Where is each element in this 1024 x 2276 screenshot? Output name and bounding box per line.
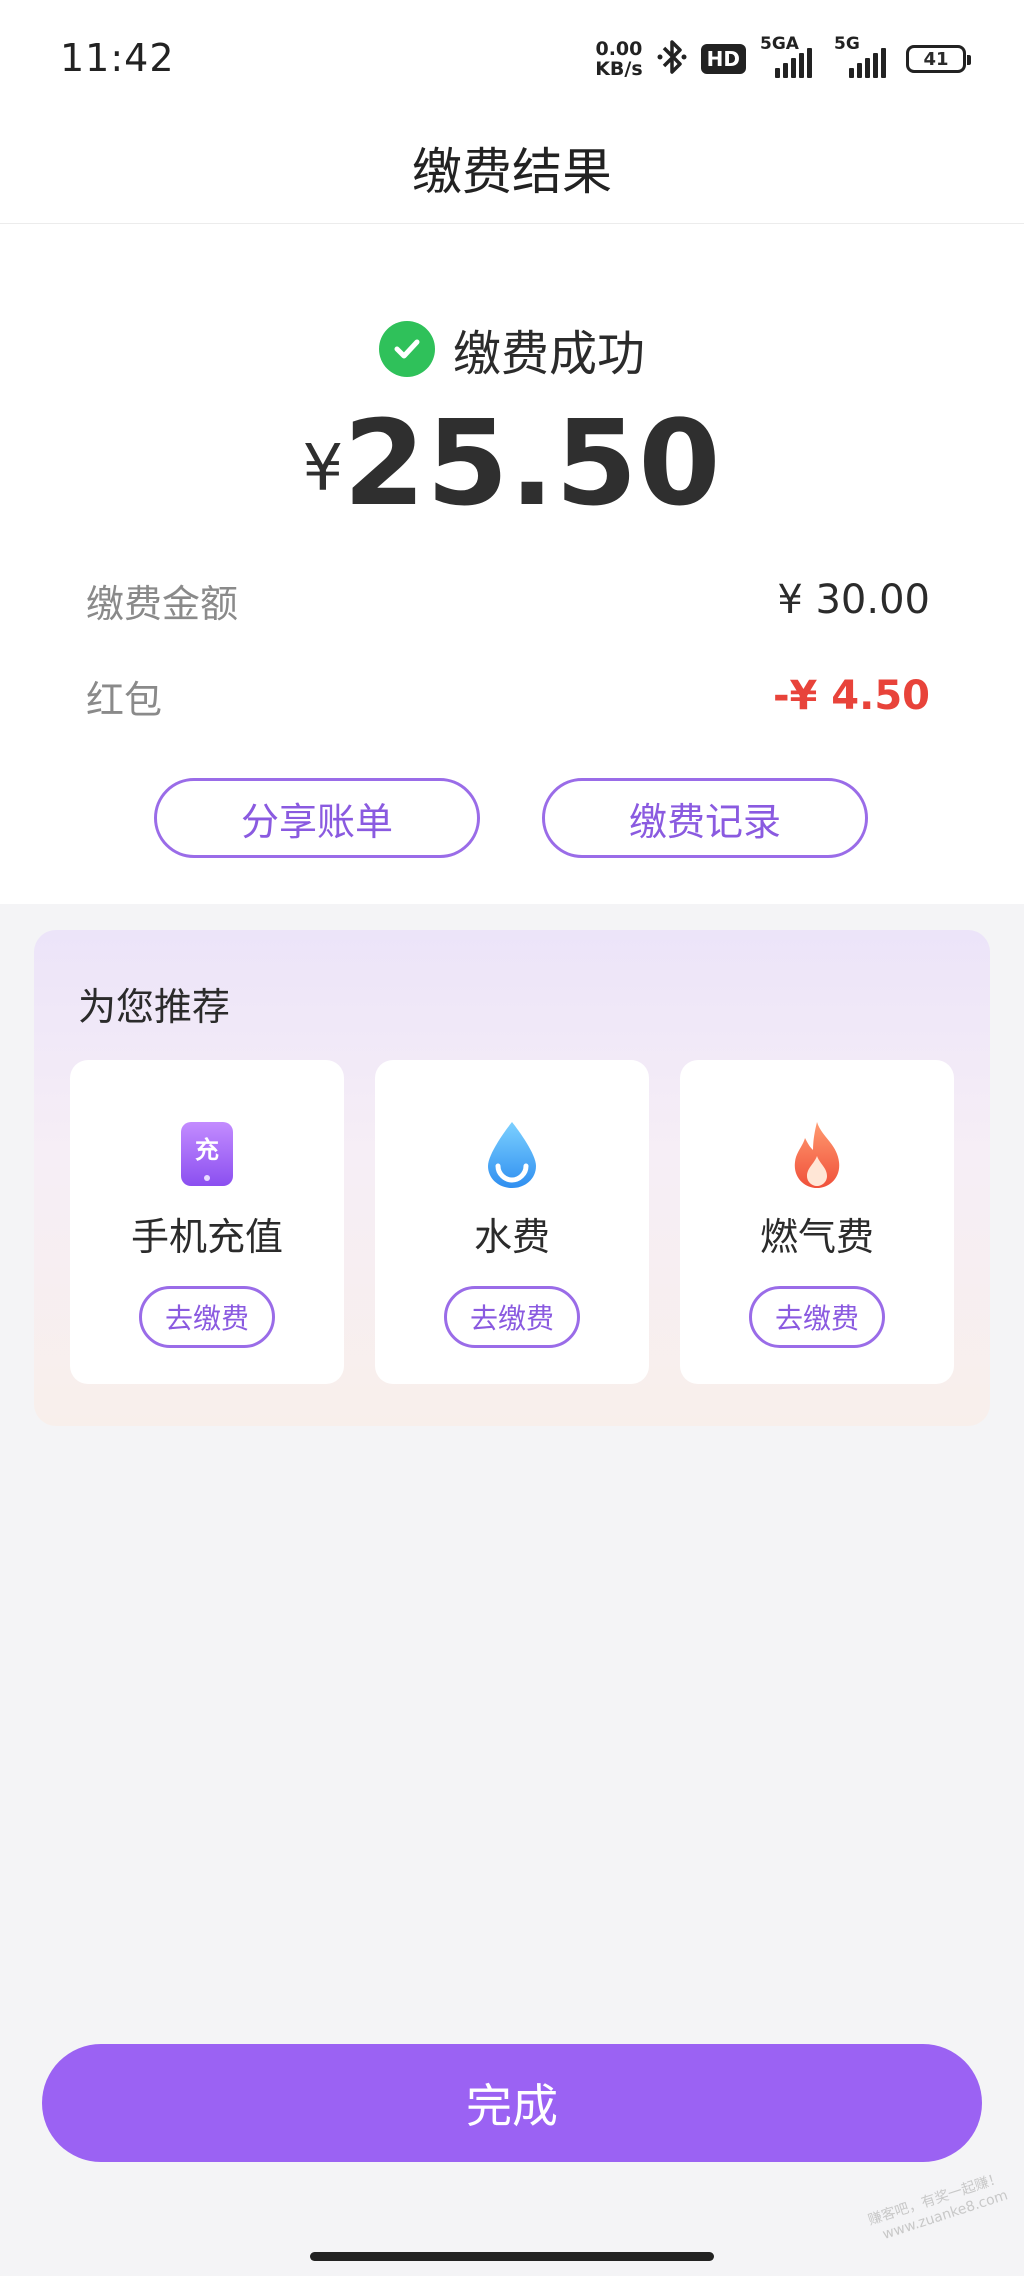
amount-value: 25.50 xyxy=(343,394,722,532)
status-icons: 0.00 KB/s HD 5GA 5G 41 xyxy=(595,34,971,84)
red-packet-label: 红包 xyxy=(86,677,163,722)
signal-strength-icon-2: 5G xyxy=(834,34,892,78)
phone-recharge-icon: 充 xyxy=(181,1122,233,1186)
currency-symbol: ¥ xyxy=(302,432,344,506)
recommend-item-gas[interactable]: 燃气费 去缴费 xyxy=(680,1060,954,1384)
gas-flame-icon xyxy=(794,1122,840,1188)
payment-amount-value: ¥ 30.00 xyxy=(777,577,930,623)
signal-label: 5GA xyxy=(760,34,799,54)
success-check-icon xyxy=(378,321,435,377)
recommend-item-name: 水费 xyxy=(473,1215,550,1259)
signal-label-2: 5G xyxy=(834,34,860,54)
payment-amount-row: 缴费金额 ¥ 30.00 xyxy=(86,570,930,630)
recommend-item-water[interactable]: 水费 去缴费 xyxy=(375,1060,649,1384)
home-indicator[interactable] xyxy=(310,2252,714,2261)
share-bill-button[interactable]: 分享账单 xyxy=(154,778,480,858)
recommend-item-name: 手机充值 xyxy=(130,1215,283,1259)
status-bar: 11:42 0.00 KB/s HD 5GA 5G 41 xyxy=(0,0,1024,112)
red-packet-value: -¥ 4.50 xyxy=(772,673,930,719)
battery-level: 41 xyxy=(923,48,949,70)
nav-bar: 缴费结果 xyxy=(0,112,1024,224)
network-speed: 0.00 KB/s xyxy=(595,39,642,79)
go-pay-button-phone[interactable]: 去缴费 xyxy=(139,1286,275,1348)
recommend-item-phone-recharge[interactable]: 充 手机充值 去缴费 xyxy=(70,1060,344,1384)
go-pay-button-water[interactable]: 去缴费 xyxy=(444,1286,580,1348)
watermark: 赚客吧，有奖一起赚！ www.zuanke8.com xyxy=(866,2169,1010,2247)
go-pay-button-gas[interactable]: 去缴费 xyxy=(749,1286,885,1348)
paid-amount: ¥25.50 xyxy=(0,394,1024,532)
success-text: 缴费成功 xyxy=(452,326,645,382)
red-packet-row: 红包 -¥ 4.50 xyxy=(86,666,930,726)
payment-records-button[interactable]: 缴费记录 xyxy=(542,778,868,858)
network-speed-value: 0.00 xyxy=(595,38,643,60)
payment-result-card: 缴费成功 ¥25.50 缴费金额 ¥ 30.00 红包 -¥ 4.50 分享账单… xyxy=(0,224,1024,904)
recommend-title: 为您推荐 xyxy=(78,985,231,1029)
battery-icon: 41 xyxy=(906,45,971,73)
network-speed-unit: KB/s xyxy=(595,58,643,80)
payment-amount-label: 缴费金额 xyxy=(86,581,239,626)
phone-recharge-icon-label: 充 xyxy=(195,1136,219,1164)
bluetooth-icon xyxy=(657,38,687,80)
signal-strength-icon: 5GA xyxy=(760,34,820,78)
recommend-section: 为您推荐 充 手机充值 去缴费 水费 去缴费 燃气费 去缴费 xyxy=(34,930,990,1426)
hd-voice-icon: HD xyxy=(700,44,746,74)
status-time: 11:42 xyxy=(60,36,175,80)
success-status: 缴费成功 xyxy=(0,314,1024,384)
page-title: 缴费结果 xyxy=(412,143,612,201)
recommend-item-name: 燃气费 xyxy=(759,1215,874,1259)
water-drop-icon xyxy=(488,1122,536,1188)
done-button[interactable]: 完成 xyxy=(42,2044,982,2162)
